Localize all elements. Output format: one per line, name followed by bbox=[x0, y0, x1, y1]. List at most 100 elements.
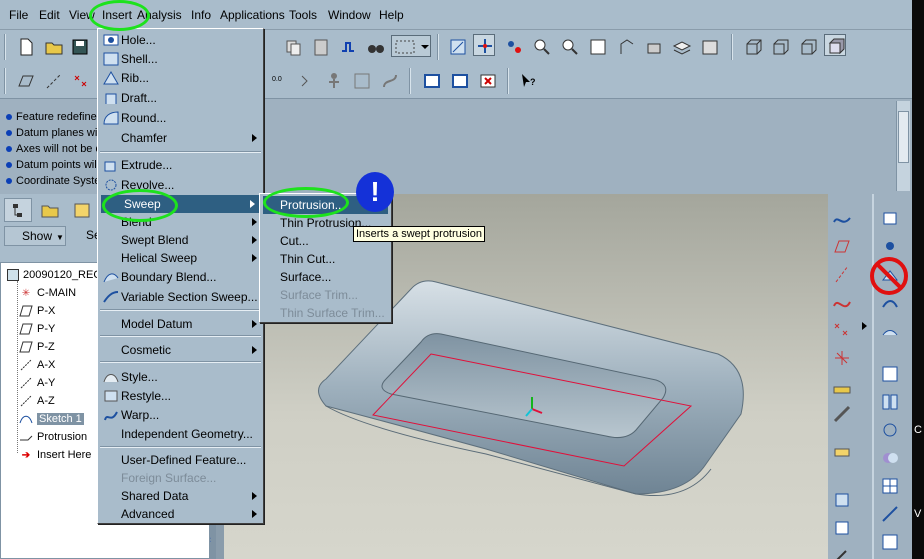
relations-tool-icon[interactable] bbox=[378, 69, 400, 91]
shell-side-icon[interactable] bbox=[878, 234, 900, 256]
find-binoculars-icon[interactable] bbox=[364, 35, 386, 57]
refit-icon[interactable] bbox=[586, 35, 608, 57]
menu-item-user-defined-feature[interactable]: User-Defined Feature... bbox=[98, 451, 263, 469]
menu-item-model-datum[interactable]: Model Datum bbox=[98, 315, 263, 333]
plane-display-icon[interactable] bbox=[446, 35, 468, 57]
favorites-tab[interactable] bbox=[68, 198, 96, 222]
axis-display-icon[interactable] bbox=[473, 34, 495, 56]
submenu-item-thin-cut[interactable]: Thin Cut... bbox=[260, 250, 391, 268]
save-icon[interactable] bbox=[68, 35, 90, 57]
tree-item[interactable]: 20090120_REC bbox=[7, 266, 101, 284]
analysis-side-icon[interactable] bbox=[830, 374, 852, 396]
chain-side-icon[interactable] bbox=[830, 402, 852, 424]
copy-icon[interactable] bbox=[281, 35, 303, 57]
tree-item[interactable]: ✳ C-MAIN bbox=[19, 284, 76, 302]
menu-item-chamfer[interactable]: Chamfer bbox=[98, 129, 263, 147]
shading-icon[interactable] bbox=[824, 34, 846, 56]
menu-tools[interactable]: Tools bbox=[289, 8, 317, 22]
menu-item-warp[interactable]: Warp... bbox=[98, 406, 263, 424]
datum-plane-side-icon[interactable] bbox=[830, 234, 852, 256]
message-scrollbar[interactable] bbox=[896, 101, 910, 191]
menu-item-round[interactable]: Round... bbox=[98, 109, 263, 127]
merge-side-icon[interactable] bbox=[878, 390, 900, 412]
menu-item-draft[interactable]: Draft... bbox=[98, 89, 263, 107]
zoom-out-icon[interactable] bbox=[558, 35, 580, 57]
menu-item-boundary-blend[interactable]: Boundary Blend... bbox=[98, 268, 263, 286]
folder-browser-tab[interactable] bbox=[36, 198, 64, 222]
menu-item-hole[interactable]: Hole... bbox=[98, 31, 263, 49]
sweep-side-icon[interactable] bbox=[830, 542, 852, 559]
tree-item[interactable]: ➔ Insert Here bbox=[19, 446, 92, 464]
menu-item-variable-section-sweep[interactable]: Variable Section Sweep... bbox=[98, 288, 263, 306]
layers-icon[interactable] bbox=[670, 35, 692, 57]
context-help-icon[interactable]: ? bbox=[516, 69, 538, 91]
zoom-in-icon[interactable] bbox=[530, 35, 552, 57]
extrude-side-icon[interactable] bbox=[830, 488, 852, 510]
trim-side-icon[interactable] bbox=[878, 418, 900, 440]
mannequin-icon[interactable] bbox=[322, 69, 344, 91]
note-side-icon[interactable] bbox=[830, 442, 852, 464]
new-file-icon[interactable] bbox=[14, 35, 36, 57]
point-display-icon[interactable] bbox=[502, 35, 524, 57]
regenerate-icon[interactable] bbox=[336, 35, 358, 57]
tree-item[interactable]: P-Z bbox=[19, 338, 55, 356]
menu-window[interactable]: Window bbox=[328, 8, 371, 22]
menu-info[interactable]: Info bbox=[191, 8, 211, 22]
menu-item-shell[interactable]: Shell... bbox=[98, 50, 263, 68]
submenu-item-surface[interactable]: Surface... bbox=[260, 268, 391, 286]
window-activate-icon[interactable] bbox=[420, 69, 442, 91]
tree-item[interactable]: A-X bbox=[19, 356, 55, 374]
round-side-icon[interactable] bbox=[878, 318, 900, 340]
menu-edit[interactable]: Edit bbox=[39, 8, 60, 22]
menu-item-rib[interactable]: Rib... bbox=[98, 69, 263, 87]
menu-item-swept-blend[interactable]: Swept Blend bbox=[98, 231, 263, 249]
menu-item-independent-geometry[interactable]: Independent Geometry... bbox=[98, 425, 263, 443]
menu-item-restyle[interactable]: Restyle... bbox=[98, 387, 263, 405]
model-tree-tab[interactable] bbox=[4, 198, 32, 222]
selection-filter-button[interactable] bbox=[391, 35, 431, 57]
tree-item[interactable]: A-Z bbox=[19, 392, 55, 410]
thicken-side-icon[interactable] bbox=[878, 530, 900, 552]
menu-item-extrude[interactable]: Extrude... bbox=[98, 156, 263, 174]
datum-point-tool-icon[interactable] bbox=[68, 69, 90, 91]
menu-item-shared-data[interactable]: Shared Data bbox=[98, 487, 263, 505]
menu-item-helical-sweep[interactable]: Helical Sweep bbox=[98, 249, 263, 267]
tree-item-selected[interactable]: Sketch 1 bbox=[19, 410, 84, 428]
datum-plane-tool-icon[interactable] bbox=[14, 69, 36, 91]
paste-icon[interactable] bbox=[309, 35, 331, 57]
csys-side-icon[interactable] bbox=[830, 346, 852, 368]
tree-item[interactable]: P-Y bbox=[19, 320, 55, 338]
show-dropdown[interactable]: Show ▼ bbox=[4, 226, 66, 246]
open-folder-icon[interactable] bbox=[42, 35, 64, 57]
offset-side-icon[interactable] bbox=[878, 502, 900, 524]
menu-help[interactable]: Help bbox=[379, 8, 404, 22]
menu-file[interactable]: File bbox=[9, 8, 28, 22]
scrollbar-thumb[interactable] bbox=[898, 111, 909, 163]
analysis-tool-icon[interactable]: 0.0 bbox=[267, 69, 289, 91]
intersect-side-icon[interactable] bbox=[878, 446, 900, 468]
no-hidden-icon[interactable] bbox=[796, 35, 818, 57]
settings-dropdown[interactable]: Se bbox=[70, 226, 101, 246]
wireframe-icon[interactable] bbox=[741, 35, 763, 57]
hole-side-icon[interactable] bbox=[878, 206, 900, 228]
sketch-tool-icon[interactable] bbox=[830, 206, 852, 228]
datum-curve-side-icon[interactable] bbox=[830, 290, 852, 312]
revolve-side-icon[interactable] bbox=[830, 516, 852, 538]
window-close-icon[interactable] bbox=[476, 69, 498, 91]
tree-item[interactable]: P-X bbox=[19, 302, 55, 320]
window-new-icon[interactable] bbox=[448, 69, 470, 91]
datum-axis-tool-icon[interactable] bbox=[42, 69, 64, 91]
named-views-icon[interactable] bbox=[642, 35, 664, 57]
tree-item[interactable]: Protrusion bbox=[19, 428, 87, 446]
family-table-icon[interactable] bbox=[350, 69, 372, 91]
reorient-icon[interactable] bbox=[614, 35, 636, 57]
pattern-side-icon[interactable] bbox=[878, 474, 900, 496]
flyout-arrow-icon[interactable] bbox=[862, 322, 867, 330]
menu-item-advanced[interactable]: Advanced bbox=[98, 505, 263, 523]
datum-point-side-icon[interactable] bbox=[830, 318, 852, 340]
sum-tool-icon[interactable] bbox=[295, 69, 317, 91]
menu-item-cosmetic[interactable]: Cosmetic bbox=[98, 341, 263, 359]
datum-axis-side-icon[interactable] bbox=[830, 262, 852, 284]
tree-item[interactable]: A-Y bbox=[19, 374, 55, 392]
menu-item-style[interactable]: Style... bbox=[98, 368, 263, 386]
